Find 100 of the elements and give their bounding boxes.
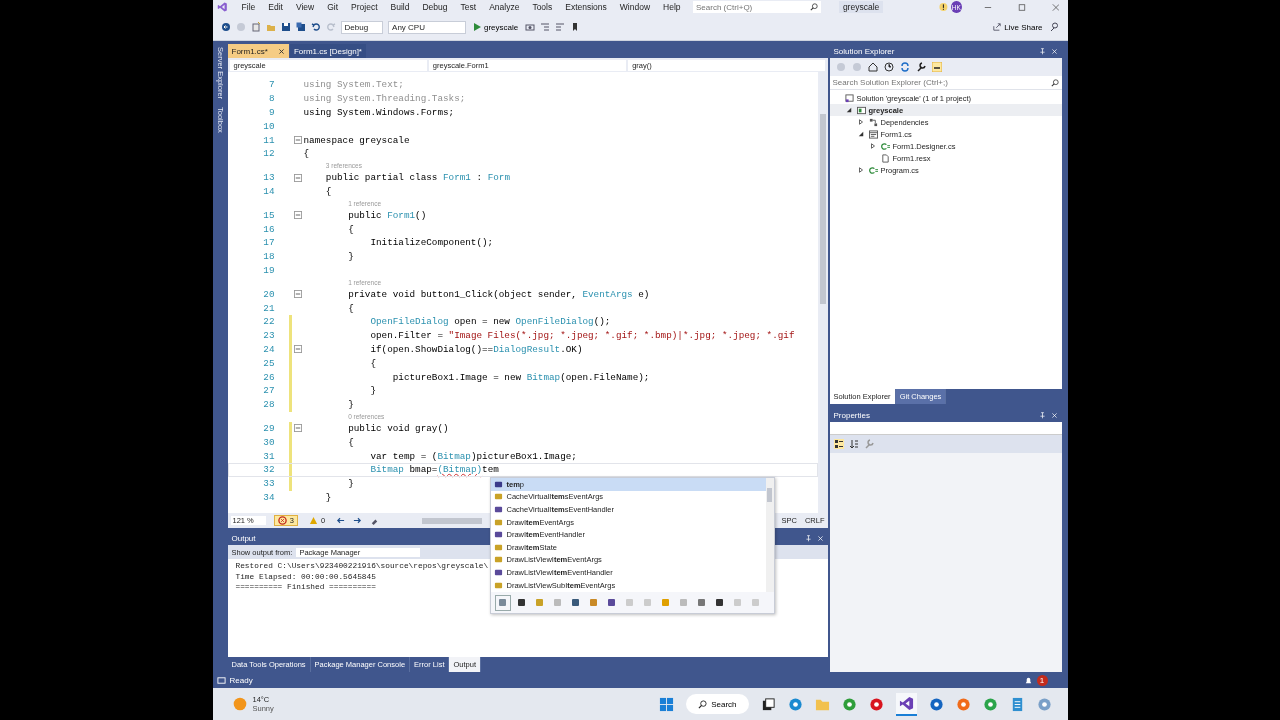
categorized-icon[interactable] <box>833 439 844 449</box>
expander-icon[interactable] <box>857 131 864 137</box>
close-icon[interactable] <box>277 47 285 55</box>
task-view-icon[interactable] <box>760 696 776 712</box>
app-icon[interactable] <box>841 696 857 712</box>
outdent-icon[interactable] <box>555 22 566 32</box>
start-button[interactable]: greyscale <box>471 21 521 33</box>
app-icon[interactable] <box>868 696 884 712</box>
app-icon[interactable] <box>1036 696 1052 712</box>
menu-item[interactable]: File <box>235 2 262 12</box>
bell-icon[interactable] <box>1023 675 1033 685</box>
code-line: OpenFileDialog open = new OpenFileDialog(); <box>369 316 611 328</box>
dependencies-icon <box>868 117 878 127</box>
preview-toggle-icon[interactable] <box>931 62 942 72</box>
collapse-icon[interactable] <box>293 211 302 220</box>
document-tab[interactable]: Form1.cs* <box>227 44 289 58</box>
search-box[interactable]: Search Solution Explorer (Ctrl+;) <box>829 76 1062 90</box>
code-line: if(open.ShowDialog()==DialogResult.OK) <box>369 343 583 355</box>
maximize-icon[interactable] <box>1017 2 1026 12</box>
collapse-icon[interactable] <box>293 290 302 299</box>
menu-item[interactable]: Project <box>344 2 385 12</box>
undo-icon[interactable] <box>310 22 321 32</box>
warning-icon[interactable] <box>939 2 949 12</box>
code-line: var temp = (Bitmap)pictureBox1.Image; <box>369 450 577 462</box>
save-all-icon[interactable] <box>295 22 306 32</box>
code-line: } <box>324 491 332 503</box>
line-number: 10 <box>262 120 275 132</box>
search-icon <box>698 699 708 709</box>
taskbar-search-button[interactable]: Search <box>686 694 749 714</box>
csharp-file-icon <box>880 141 890 151</box>
line-number: 27 <box>262 385 275 397</box>
line-number: 7 <box>267 79 275 91</box>
platform-dropdown[interactable]: Any CPU <box>388 20 466 34</box>
configuration-dropdown[interactable]: Debug <box>340 20 384 34</box>
menu-item[interactable]: Test <box>454 2 483 12</box>
expander-icon[interactable] <box>857 167 864 173</box>
windows-start-icon[interactable] <box>659 696 675 712</box>
menu-item[interactable]: Tools <box>525 2 559 12</box>
pin-icon[interactable] <box>804 534 812 542</box>
line-number: 28 <box>262 399 275 411</box>
menu-item[interactable]: Analyze <box>482 2 526 12</box>
menu-item[interactable]: Git <box>320 2 345 12</box>
new-project-icon[interactable] <box>250 22 261 32</box>
document-tab[interactable]: Form1.cs [Design]* <box>289 44 366 58</box>
menu-item[interactable]: Window <box>613 2 657 12</box>
line-number: 18 <box>262 251 275 263</box>
line-number: 20 <box>262 288 275 300</box>
collapse-icon[interactable] <box>293 345 302 354</box>
arrow-right-icon[interactable] <box>353 516 363 525</box>
menu-item[interactable]: Build <box>384 2 416 12</box>
expander-icon[interactable] <box>869 143 876 149</box>
code-line: { <box>347 436 354 448</box>
menu-item[interactable]: Extensions <box>558 2 614 12</box>
app-icon[interactable] <box>982 696 998 712</box>
app-icon[interactable] <box>928 696 944 712</box>
collapse-icon[interactable] <box>293 173 302 182</box>
collapse-icon[interactable] <box>293 136 302 145</box>
status-text: Ready <box>229 675 253 685</box>
feedback-icon[interactable] <box>1049 22 1060 32</box>
menu-item[interactable]: Edit <box>261 2 290 12</box>
app-icon[interactable] <box>895 692 917 716</box>
pin-icon[interactable] <box>1038 411 1046 419</box>
search-box[interactable]: Search (Ctrl+Q) <box>693 1 821 13</box>
pin-icon[interactable] <box>1038 47 1046 55</box>
camera-icon[interactable] <box>525 22 536 32</box>
back-icon[interactable] <box>220 22 231 32</box>
notification-toggle-icon[interactable] <box>216 675 226 685</box>
line-number: 34 <box>262 491 275 503</box>
scrollbar-thumb[interactable] <box>819 114 826 304</box>
form-icon <box>868 129 878 139</box>
refresh-icon[interactable] <box>899 62 910 72</box>
scrollbar-thumb[interactable] <box>422 517 483 524</box>
line-number: 19 <box>262 264 275 276</box>
line-number: 33 <box>262 478 275 490</box>
arrow-left-icon[interactable] <box>336 516 346 525</box>
app-icon[interactable] <box>787 696 803 712</box>
sort-icon[interactable] <box>848 439 859 449</box>
notification-badge: 1 <box>1036 674 1048 686</box>
clock-icon[interactable] <box>883 62 894 72</box>
line-number: 21 <box>262 302 275 314</box>
collapse-icon[interactable] <box>293 424 302 433</box>
live-share-button[interactable]: Live Share <box>991 21 1045 33</box>
code-line: } <box>347 478 354 490</box>
app-icon[interactable] <box>955 696 971 712</box>
menu-item[interactable]: View <box>289 2 321 12</box>
line-number: 24 <box>262 343 275 355</box>
save-icon[interactable] <box>280 22 291 32</box>
line-number: 31 <box>262 450 275 462</box>
code-line: { <box>347 223 354 235</box>
scrollbar-thumb[interactable] <box>767 488 772 502</box>
menu-item[interactable]: Help <box>656 2 688 12</box>
expander-icon[interactable] <box>857 119 864 125</box>
csharp-file-icon <box>868 165 878 175</box>
menu-item[interactable]: Debug <box>415 2 455 12</box>
wrench-icon[interactable] <box>915 62 926 72</box>
indent-icon[interactable] <box>540 22 551 32</box>
line-number: 14 <box>262 185 275 197</box>
play-icon <box>473 23 481 31</box>
home-icon[interactable] <box>867 62 878 72</box>
expander-icon[interactable] <box>845 107 852 113</box>
